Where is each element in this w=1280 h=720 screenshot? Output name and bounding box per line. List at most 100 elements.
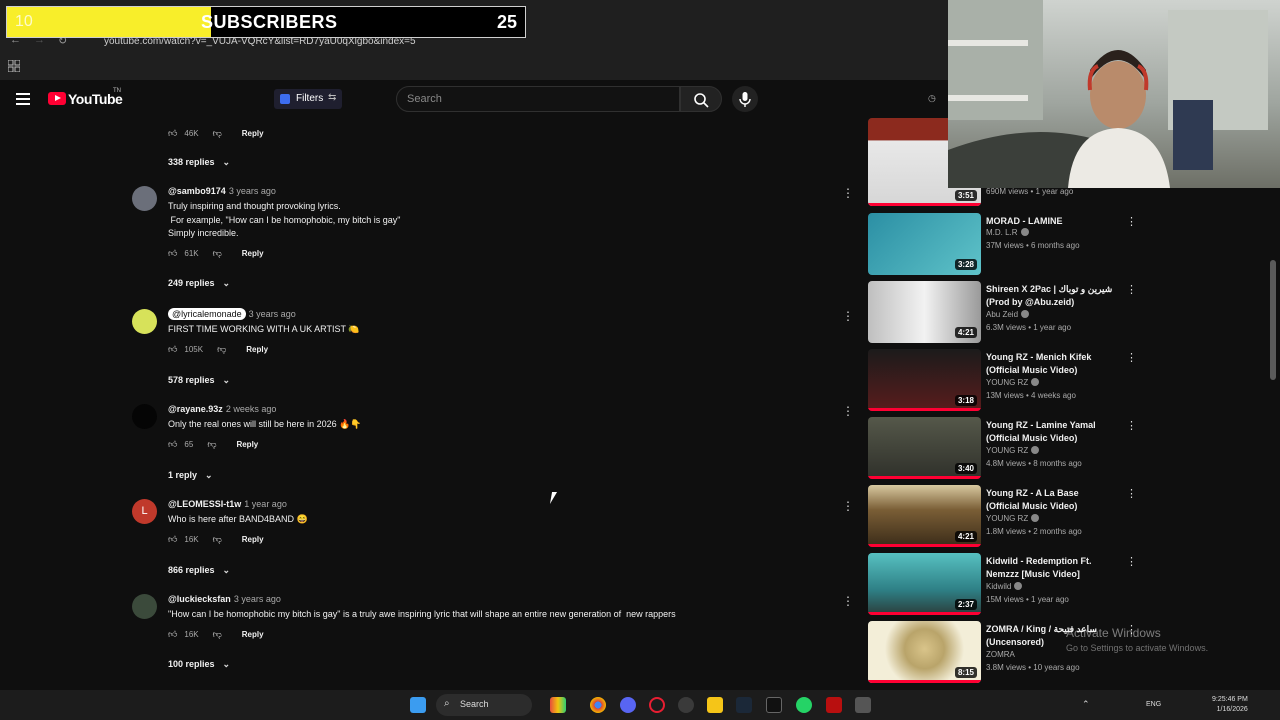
replies-toggle[interactable]: 338 replies ⌄ (168, 157, 230, 168)
comment-time[interactable]: 3 years ago (249, 309, 296, 319)
steam-icon[interactable] (736, 697, 752, 713)
comment-author[interactable]: @sambo9174 (168, 186, 226, 196)
more-options-icon[interactable]: ⋮ (842, 309, 854, 323)
video-title[interactable]: MORAD - LAMINE (986, 215, 1114, 228)
more-options-icon[interactable]: ⋮ (1126, 555, 1137, 568)
dislike-icon[interactable]: 👎︎ (217, 344, 226, 355)
replies-toggle[interactable]: 866 replies ⌄ (168, 565, 230, 576)
video-card[interactable]: 2:37 Kidwild - Redemption Ft. Nemzzz [Mu… (866, 553, 1148, 617)
comment-time[interactable]: 3 years ago (234, 594, 281, 604)
video-thumbnail[interactable]: 3:40 (868, 417, 981, 479)
comment-author[interactable]: @luckiecksfan (168, 594, 231, 604)
more-options-icon[interactable]: ⋮ (1126, 283, 1137, 296)
replies-toggle[interactable]: 578 replies ⌄ (168, 375, 230, 386)
voice-search-button[interactable] (732, 86, 758, 112)
channel-name[interactable]: Kidwild (986, 582, 1023, 591)
comment-time[interactable]: 1 year ago (244, 499, 287, 509)
replies-toggle[interactable]: 100 replies ⌄ (168, 659, 230, 670)
comment-author[interactable]: @lyricalemonade (168, 308, 246, 320)
app-icon[interactable] (826, 697, 842, 713)
video-thumbnail[interactable]: 3:28 (868, 213, 981, 275)
video-title[interactable]: Young RZ - A La Base (Official Music Vid… (986, 487, 1114, 513)
like-icon[interactable]: 👍︎ (168, 629, 177, 640)
language-indicator[interactable]: ENG (1146, 701, 1161, 708)
channel-name[interactable]: YOUNG RZ (986, 446, 1040, 455)
dislike-icon[interactable]: 👎︎ (213, 629, 222, 640)
file-explorer-icon[interactable] (707, 697, 723, 713)
video-card[interactable]: 4:21 Young RZ - A La Base (Official Musi… (866, 485, 1148, 549)
reply-button[interactable]: Reply (242, 129, 264, 138)
video-card[interactable]: 3:40 Young RZ - Lamine Yamal (Official M… (866, 417, 1148, 481)
dislike-icon[interactable]: 👎︎ (213, 534, 222, 545)
avatar[interactable] (132, 594, 157, 619)
like-icon[interactable]: 👍︎ (168, 128, 177, 139)
video-thumbnail[interactable]: 8:15 (868, 621, 981, 683)
video-card[interactable]: 3:18 Young RZ - Menich Kifek (Official M… (866, 349, 1148, 413)
replies-toggle[interactable]: 1 reply ⌄ (168, 470, 213, 481)
search-box[interactable] (396, 86, 680, 112)
filters-button[interactable]: Filters ⇆ (274, 89, 342, 109)
video-card[interactable]: 3:28 MORAD - LAMINE M.D. L.R 37M views •… (866, 213, 1148, 277)
reply-button[interactable]: Reply (246, 345, 268, 354)
video-title[interactable]: Kidwild - Redemption Ft. Nemzzz [Music V… (986, 555, 1114, 581)
dislike-icon[interactable]: 👎︎ (213, 248, 222, 259)
hamburger-menu-icon[interactable] (16, 93, 30, 105)
more-options-icon[interactable]: ⋮ (1126, 419, 1137, 432)
scrollbar-thumb[interactable] (1270, 260, 1276, 380)
channel-name[interactable]: YOUNG RZ (986, 514, 1040, 523)
video-title[interactable]: Young RZ - Menich Kifek (Official Music … (986, 351, 1114, 377)
search-button[interactable] (680, 86, 722, 112)
comment-time[interactable]: 3 years ago (229, 186, 276, 196)
chrome-icon[interactable] (590, 697, 606, 713)
discord-icon[interactable] (620, 697, 636, 713)
video-title[interactable]: Shireen X 2Pac | شيرين و توباك (Prod by … (986, 283, 1114, 309)
more-options-icon[interactable]: ⋮ (842, 186, 854, 200)
reply-button[interactable]: Reply (242, 249, 264, 258)
reply-button[interactable]: Reply (242, 630, 264, 639)
video-thumbnail[interactable]: 2:37 (868, 553, 981, 615)
video-thumbnail[interactable]: 4:21 (868, 485, 981, 547)
channel-name[interactable]: ZOMRA (986, 650, 1015, 659)
like-icon[interactable]: 👍︎ (168, 344, 177, 355)
channel-name[interactable]: M.D. L.R (986, 228, 1029, 237)
avatar[interactable] (132, 186, 157, 211)
like-icon[interactable]: 👍︎ (168, 439, 177, 450)
apps-grid-icon[interactable] (8, 60, 20, 72)
comment-time[interactable]: 2 weeks ago (226, 404, 277, 414)
video-thumbnail[interactable]: 3:18 (868, 349, 981, 411)
more-options-icon[interactable]: ⋮ (1126, 487, 1137, 500)
taskbar-clock[interactable]: 9:25:46 PM 1/16/2026 (1212, 695, 1248, 715)
avatar[interactable]: L (132, 499, 157, 524)
video-card[interactable]: 4:21 Shireen X 2Pac | شيرين و توباك (Pro… (866, 281, 1148, 345)
avatar[interactable] (132, 404, 157, 429)
reply-button[interactable]: Reply (242, 535, 264, 544)
opera-icon[interactable] (649, 697, 665, 713)
game-app-icon[interactable] (550, 697, 566, 713)
dislike-icon[interactable]: 👎︎ (213, 128, 222, 139)
avatar[interactable] (132, 309, 157, 334)
app-icon[interactable] (855, 697, 871, 713)
comment-author[interactable]: @rayane.93z (168, 404, 223, 414)
video-thumbnail[interactable]: 4:21 (868, 281, 981, 343)
more-options-icon[interactable]: ⋮ (842, 499, 854, 513)
chevron-up-icon[interactable]: ⌃ (1082, 699, 1090, 710)
replies-toggle[interactable]: 249 replies ⌄ (168, 278, 230, 289)
more-options-icon[interactable]: ⋮ (842, 594, 854, 608)
like-icon[interactable]: 👍︎ (168, 534, 177, 545)
windows-start-icon[interactable] (410, 697, 426, 713)
video-title[interactable]: Young RZ - Lamine Yamal (Official Music … (986, 419, 1114, 445)
channel-name[interactable]: Abu Zeid (986, 310, 1030, 319)
more-options-icon[interactable]: ⋮ (842, 404, 854, 418)
taskbar-search[interactable]: ⌕ Search (436, 694, 532, 716)
settings-icon[interactable] (678, 697, 694, 713)
more-options-icon[interactable]: ⋮ (1126, 215, 1137, 228)
more-options-icon[interactable]: ⋮ (1126, 351, 1137, 364)
whatsapp-icon[interactable] (796, 697, 812, 713)
capcut-icon[interactable] (766, 697, 782, 713)
reply-button[interactable]: Reply (236, 440, 258, 449)
dislike-icon[interactable]: 👎︎ (207, 439, 216, 450)
youtube-logo-icon[interactable] (48, 92, 66, 105)
like-icon[interactable]: 👍︎ (168, 248, 177, 259)
comment-author[interactable]: @LEOMESSI-t1w (168, 499, 241, 509)
search-input[interactable] (397, 87, 679, 111)
